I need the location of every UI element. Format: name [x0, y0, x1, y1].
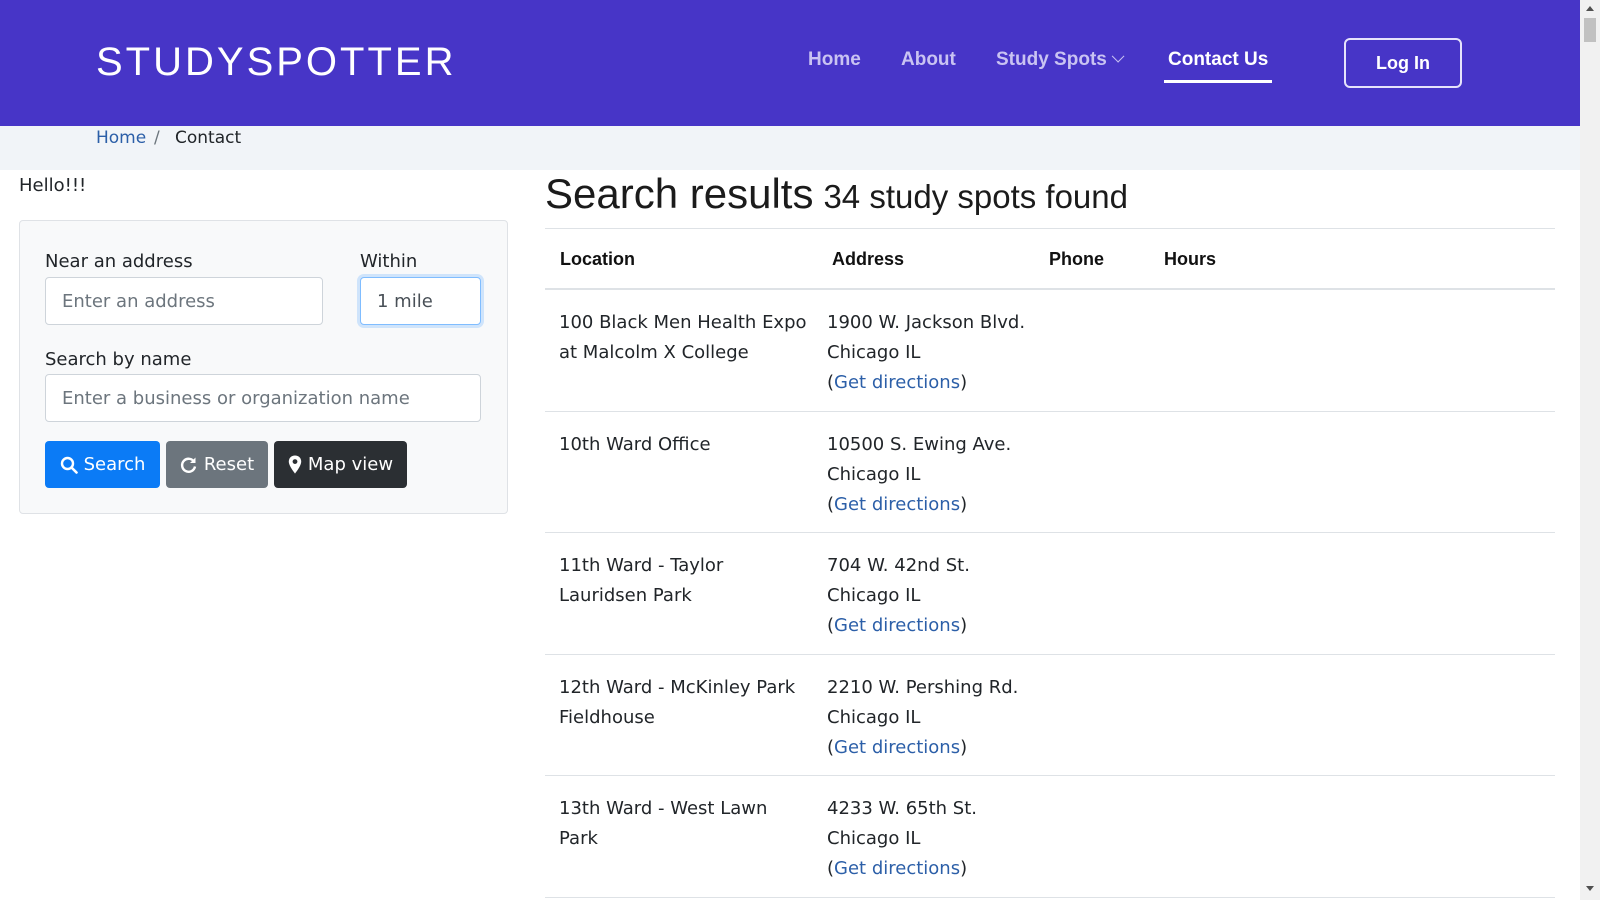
address-input[interactable]: Enter an address: [45, 277, 323, 325]
column-header-location: Location: [560, 249, 635, 269]
nav-study-spots-label: Study Spots: [996, 49, 1107, 70]
get-directions-link[interactable]: Get directions: [834, 615, 960, 636]
nav-about[interactable]: About: [901, 49, 956, 71]
reset-button-label: Reset: [203, 454, 255, 475]
breadcrumb-separator: /: [154, 128, 160, 148]
breadcrumb-home[interactable]: Home: [96, 128, 146, 148]
address-text: 10500 S. Ewing Ave. Chicago IL: [827, 434, 1012, 485]
address-text: 1900 W. Jackson Blvd. Chicago IL: [827, 312, 1026, 363]
location-cell: 12th Ward - McKinley Park Fieldhouse: [559, 677, 796, 728]
site-header: STUDYSPOTTER Home About Study Spots Cont…: [0, 0, 1580, 126]
get-directions-link[interactable]: Get directions: [834, 372, 960, 393]
address-cell: 4233 W. 65th St. Chicago IL (Get directio…: [827, 798, 978, 879]
greeting-text: Hello!!!: [19, 175, 87, 196]
brand-logo[interactable]: STUDYSPOTTER: [96, 40, 456, 85]
address-label: Near an address: [45, 251, 193, 272]
location-cell: 10th Ward Office: [559, 434, 711, 455]
search-button[interactable]: Search: [45, 441, 160, 488]
results-count: 34 study spots found: [823, 178, 1128, 215]
table-row: 13th Ward - West Lawn Park 4233 W. 65th …: [545, 776, 1555, 898]
row-divider: [545, 897, 1555, 898]
address-cell: 1900 W. Jackson Blvd. Chicago IL (Get dir…: [827, 312, 1026, 393]
table-row: 100 Black Men Health Expo at Malcolm X C…: [545, 290, 1555, 412]
column-header-phone: Phone: [1049, 249, 1105, 269]
nav-home[interactable]: Home: [808, 49, 861, 71]
results-title: Search results: [545, 170, 814, 217]
column-header-address: Address: [832, 249, 905, 269]
chevron-down-icon: [1111, 49, 1125, 63]
address-text: 704 W. 42nd St. Chicago IL: [827, 555, 970, 606]
within-select[interactable]: 1 mile: [360, 277, 481, 325]
within-label: Within: [360, 251, 418, 272]
map-view-button[interactable]: Map view: [274, 441, 407, 488]
table-row: 11th Ward - Taylor Lauridsen Park 704 W.…: [545, 533, 1555, 655]
table-row: 10th Ward Office 10500 S. Ewing Ave. Chi…: [545, 412, 1555, 533]
address-text: 4233 W. 65th St. Chicago IL: [827, 798, 978, 849]
login-button[interactable]: Log In: [1344, 38, 1462, 88]
location-cell: 100 Black Men Health Expo at Malcolm X C…: [559, 312, 807, 363]
get-directions-link[interactable]: Get directions: [834, 494, 960, 515]
nav-contact[interactable]: Contact Us: [1163, 49, 1273, 83]
reset-button[interactable]: Reset: [166, 441, 268, 488]
column-header-hours: Hours: [1164, 249, 1217, 269]
get-directions-link[interactable]: Get directions: [834, 858, 960, 879]
breadcrumb-current: Contact: [175, 128, 242, 148]
map-view-button-label: Map view: [307, 454, 394, 475]
nav-study-spots[interactable]: Study Spots: [996, 49, 1125, 71]
scroll-up-icon[interactable]: [1586, 6, 1594, 11]
results-heading: Search results 34 study spots found: [545, 170, 1128, 218]
address-cell: 10500 S. Ewing Ave. Chicago IL (Get direc…: [827, 434, 1012, 515]
address-cell: 2210 W. Pershing Rd. Chicago IL (Get dire…: [827, 677, 1019, 758]
scrollbar-thumb[interactable]: [1584, 18, 1596, 42]
location-cell: 11th Ward - Taylor Lauridsen Park: [559, 555, 724, 606]
address-cell: 704 W. 42nd St. Chicago IL (Get direction…: [827, 555, 970, 636]
refresh-icon: [180, 457, 197, 473]
page-scrollbar[interactable]: [1580, 0, 1600, 900]
get-directions-link[interactable]: Get directions: [834, 737, 960, 758]
location-cell: 13th Ward - West Lawn Park: [559, 798, 768, 849]
name-label: Search by name: [45, 349, 192, 370]
search-icon: [60, 456, 78, 474]
search-button-label: Search: [83, 454, 146, 475]
scroll-down-icon[interactable]: [1586, 886, 1594, 891]
address-text: 2210 W. Pershing Rd. Chicago IL: [827, 677, 1019, 728]
name-search-input[interactable]: Enter a business or organization name: [45, 374, 481, 422]
map-marker-icon: [288, 455, 302, 474]
table-row: 12th Ward - McKinley Park Fieldhouse 221…: [545, 655, 1555, 776]
divider: [545, 228, 1555, 229]
